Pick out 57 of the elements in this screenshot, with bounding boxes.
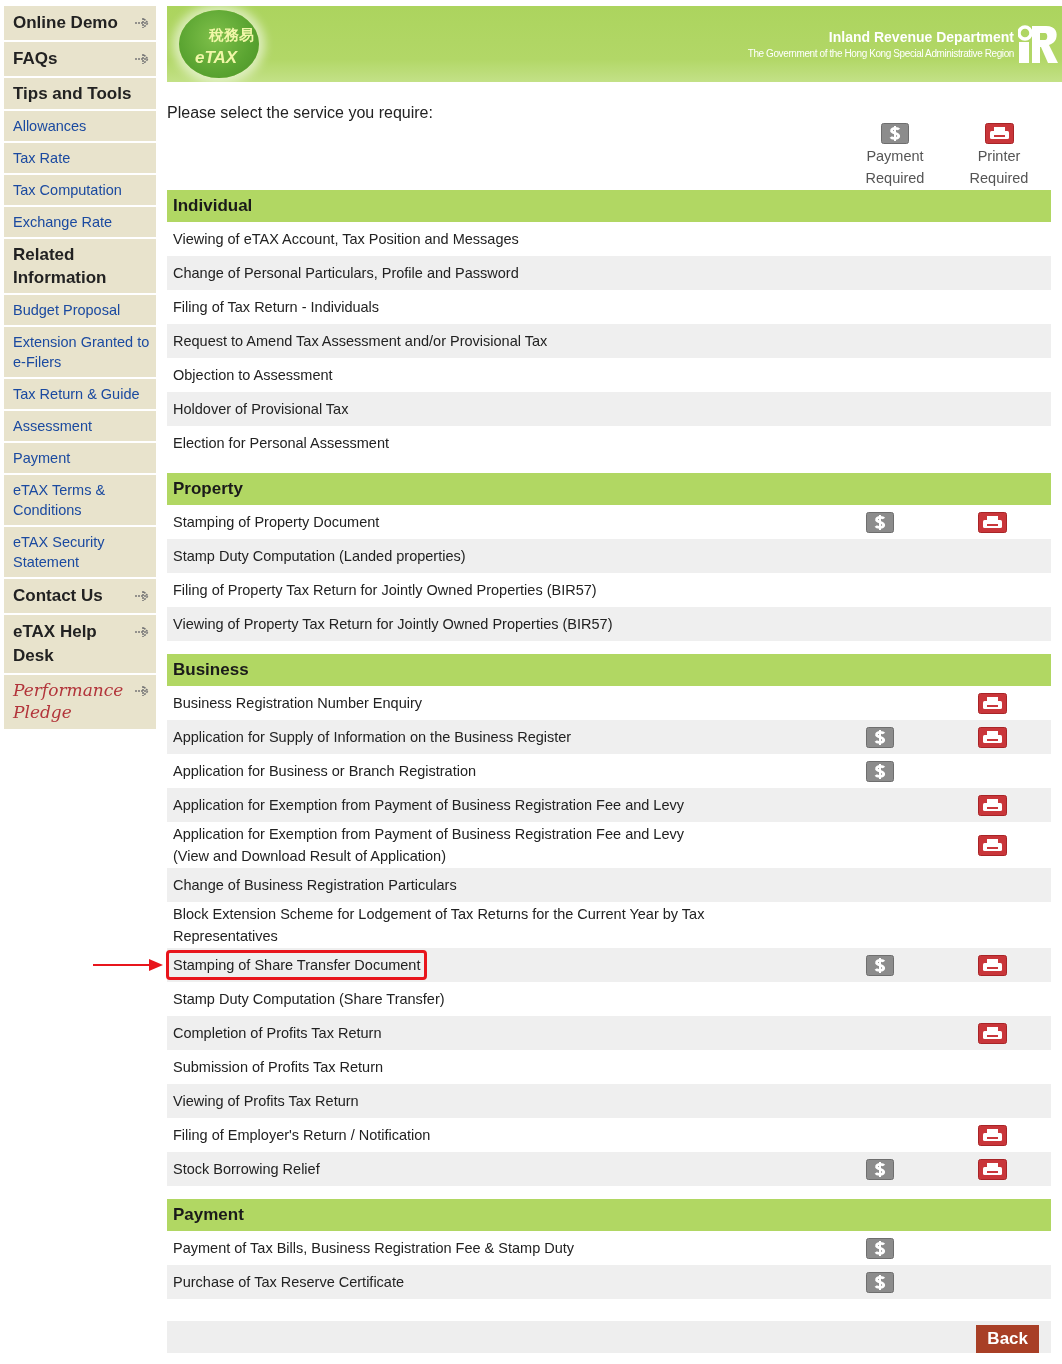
back-button[interactable]: Back xyxy=(976,1325,1039,1353)
etax-logo: 稅務易 eTAX xyxy=(179,10,259,78)
service-link[interactable]: Viewing of eTAX Account, Tax Position and Messages xyxy=(169,227,523,251)
service-link[interactable]: Objection to Assessment xyxy=(169,363,337,387)
service-link[interactable]: Completion of Profits Tax Return xyxy=(169,1021,386,1045)
section-header: Payment xyxy=(167,1199,1051,1231)
sidebar-heading: Related Information xyxy=(4,239,156,293)
service-link[interactable]: Application for Business or Branch Registration xyxy=(169,759,481,783)
section-header: Business xyxy=(167,654,1051,686)
arrow-icon xyxy=(134,52,150,66)
legend-label: Printer Required xyxy=(968,147,1030,188)
arrow-icon xyxy=(134,625,150,639)
sidebar-menu-item[interactable]: FAQs xyxy=(4,42,156,76)
sidebar-menu-item[interactable]: eTAX Help Desk xyxy=(4,615,156,673)
service-link[interactable]: Purchase of Tax Reserve Certificate xyxy=(169,1270,409,1294)
department-logo-icon xyxy=(1018,25,1058,63)
sidebar-link[interactable]: Payment xyxy=(4,443,156,473)
sidebar-link[interactable]: Exchange Rate xyxy=(4,207,156,237)
service-link[interactable]: Business Registration Number Enquiry xyxy=(169,691,427,715)
service-link[interactable]: Payment of Tax Bills, Business Registration Fee & Stamp Duty xyxy=(169,1236,579,1260)
section-header: Property xyxy=(167,473,1051,505)
sidebar-heading: Tips and Tools xyxy=(4,78,156,109)
service-link[interactable]: Filing of Property Tax Return for Jointly Owned Properties (BIR57) xyxy=(169,578,601,602)
pointer-arrow xyxy=(93,958,163,972)
sidebar-link[interactable]: Tax Computation xyxy=(4,175,156,205)
service-link[interactable]: Stock Borrowing Relief xyxy=(169,1157,324,1181)
service-link[interactable]: Viewing of Profits Tax Return xyxy=(169,1089,363,1113)
performance-pledge-link[interactable]: Performance Pledge xyxy=(4,675,156,729)
arrow-icon xyxy=(134,16,150,30)
department-name: Inland Revenue Department xyxy=(828,29,1014,45)
sidebar-link[interactable]: Extension Granted to e-Filers xyxy=(4,327,156,377)
service-link[interactable]: Election for Personal Assessment xyxy=(169,431,393,455)
service-link[interactable]: Stamping of Property Document xyxy=(169,510,384,534)
legend-label: Payment Required xyxy=(864,147,926,188)
service-link[interactable]: Submission of Profits Tax Return xyxy=(169,1055,388,1079)
printer-icon xyxy=(984,123,1014,144)
sidebar-link[interactable]: Assessment xyxy=(4,411,156,441)
service-link[interactable]: Holdover of Provisional Tax xyxy=(169,397,353,421)
sidebar-menu-item[interactable]: Contact Us xyxy=(4,579,156,613)
arrow-icon xyxy=(134,684,150,698)
dollar-icon xyxy=(881,123,909,144)
sidebar-link[interactable]: eTAX Security Statement xyxy=(4,527,156,577)
sidebar-link[interactable]: Tax Rate xyxy=(4,143,156,173)
service-link[interactable]: Application for Exemption from Payment of Business Registration Fee and Levy (View and Download Result of Application) xyxy=(169,822,727,868)
government-name: The Government of the Hong Kong Special Administrative Region xyxy=(747,48,1014,59)
sidebar-link[interactable]: Budget Proposal xyxy=(4,295,156,325)
instruction-text: Please select the service you require: xyxy=(167,103,433,123)
service-link[interactable]: Filing of Tax Return - Individuals xyxy=(169,295,384,319)
service-link[interactable]: Block Extension Scheme for Lodgement of Tax Returns for the Current Year by Tax Representatives xyxy=(169,902,727,948)
sidebar-link[interactable]: Tax Return & Guide xyxy=(4,379,156,409)
sidebar-link[interactable]: Allowances xyxy=(4,111,156,141)
service-link[interactable]: Filing of Employer's Return / Notification xyxy=(169,1123,435,1147)
service-link[interactable]: Stamp Duty Computation (Share Transfer) xyxy=(169,987,449,1011)
sidebar-link[interactable]: eTAX Terms & Conditions xyxy=(4,475,156,525)
section-header: Individual xyxy=(167,190,1051,222)
arrow-icon xyxy=(134,589,150,603)
sidebar-menu-item[interactable]: Online Demo xyxy=(4,6,156,40)
